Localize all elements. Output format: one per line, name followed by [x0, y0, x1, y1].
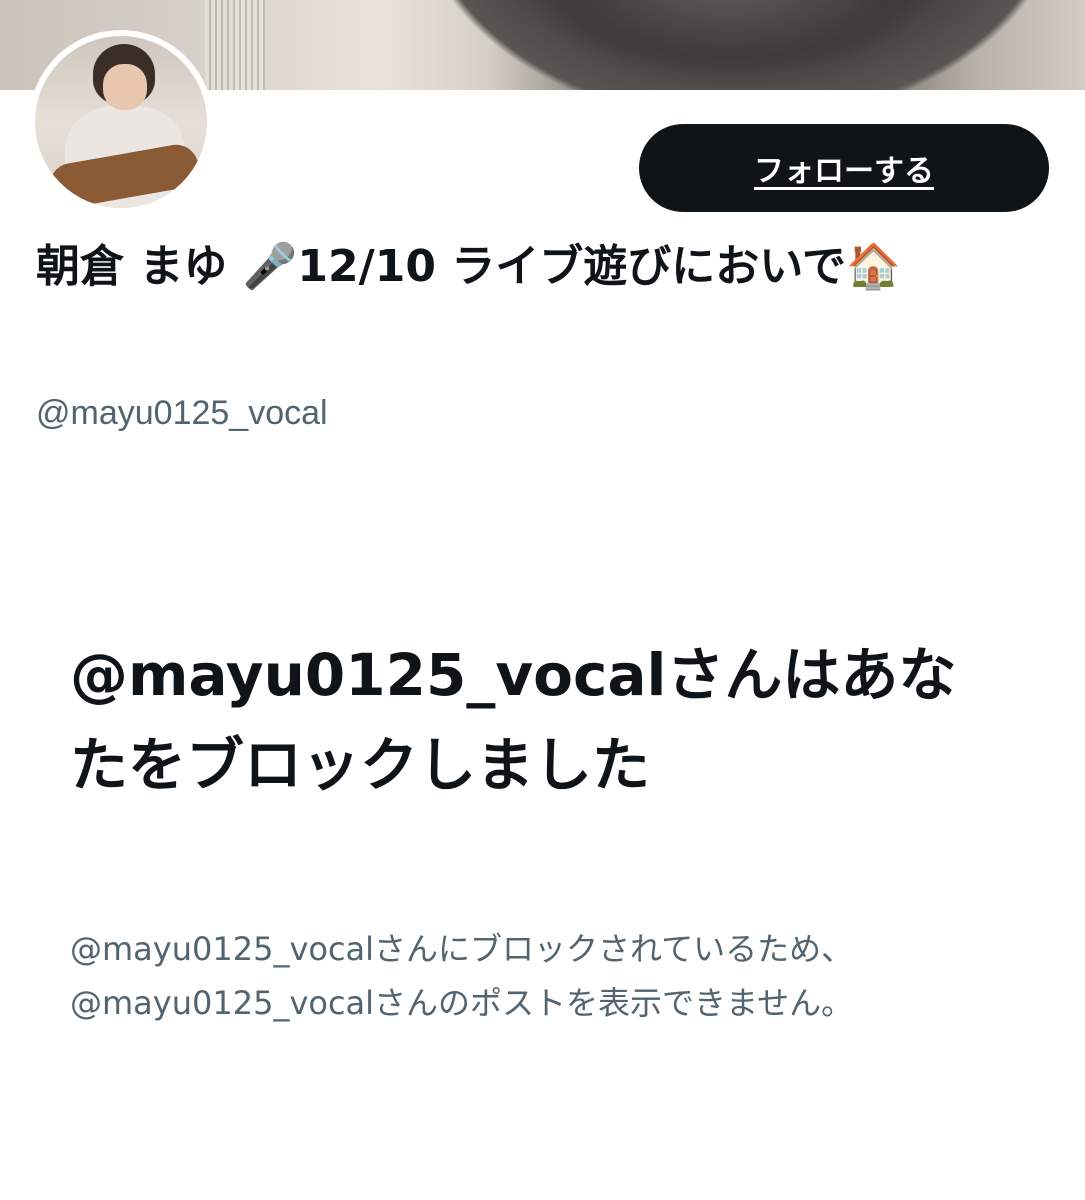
blocked-description: @mayu0125_vocalさんにブロックされているため、 @mayu0125…	[70, 922, 1030, 1030]
profile-handle: @mayu0125_vocal	[36, 394, 328, 432]
blocked-description-line-1: @mayu0125_vocalさんにブロックされているため、	[70, 930, 854, 968]
blocked-title: @mayu0125_vocalさんはあなたをブロックしました	[70, 641, 957, 799]
profile-display-name: 朝倉 まゆ 🎤12/10 ライブ遊びにおいで🏠	[36, 241, 901, 292]
avatar-face	[103, 64, 147, 110]
banner-keyboard-stand	[205, 0, 265, 90]
follow-button[interactable]: フォローする	[639, 124, 1049, 212]
avatar[interactable]	[35, 36, 207, 208]
blocked-description-line-2: @mayu0125_vocalさんのポストを表示できません。	[70, 984, 854, 1022]
